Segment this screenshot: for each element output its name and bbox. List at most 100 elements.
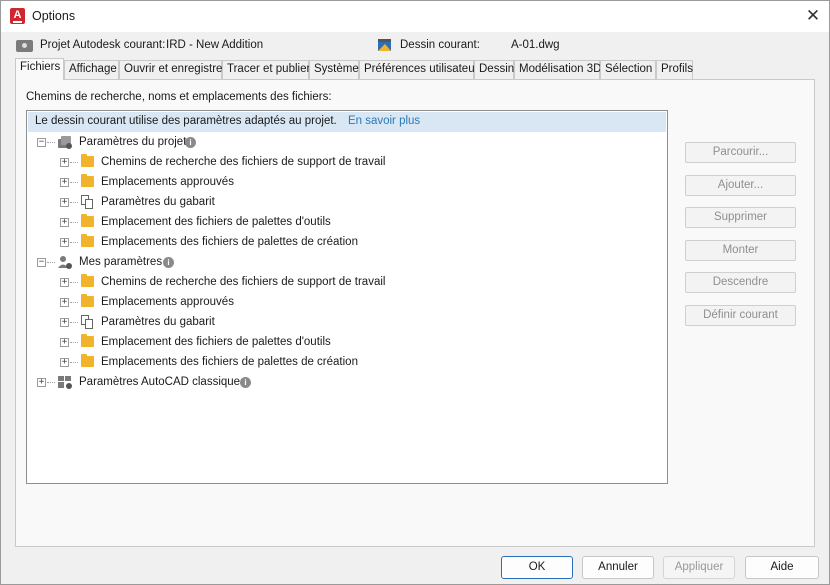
- browse-button[interactable]: Parcourir...: [685, 142, 796, 163]
- project-icon: [16, 40, 33, 52]
- window-title: Options: [32, 9, 76, 23]
- tree-label: Emplacements approuvés: [101, 296, 234, 308]
- files-panel: Chemins de recherche, noms et emplacemen…: [15, 79, 815, 547]
- tree-item[interactable]: + Emplacement des fichiers de palettes d…: [27, 213, 667, 231]
- tab-profils[interactable]: Profils: [656, 60, 693, 79]
- tree-line: [70, 362, 78, 363]
- folder-icon: [81, 274, 94, 287]
- project-settings-icon: [58, 136, 72, 149]
- tree-node-project-settings[interactable]: − Paramètres du projet i: [27, 133, 667, 151]
- tab-selection[interactable]: Sélection: [600, 60, 656, 79]
- set-current-button[interactable]: Définir courant: [685, 305, 796, 326]
- project-settings-banner: Le dessin courant utilise des paramètres…: [28, 112, 666, 132]
- section-label: Chemins de recherche, noms et emplacemen…: [26, 91, 332, 103]
- drawing-label: Dessin courant:: [400, 39, 480, 51]
- folder-icon: [81, 294, 94, 307]
- tree-line: [70, 302, 78, 303]
- tree-label: Paramètres AutoCAD classiques: [79, 376, 246, 388]
- learn-more-link[interactable]: En savoir plus: [348, 115, 420, 127]
- expand-icon[interactable]: +: [60, 298, 69, 307]
- tab-ouvrir-enregistrer[interactable]: Ouvrir et enregistrer: [119, 60, 226, 79]
- ok-button[interactable]: OK: [501, 556, 573, 579]
- tree-line: [70, 282, 78, 283]
- help-button[interactable]: Aide: [745, 556, 819, 579]
- move-down-button[interactable]: Descendre: [685, 272, 796, 293]
- tree-label: Paramètres du gabarit: [101, 316, 215, 328]
- user-settings-icon: [58, 256, 72, 269]
- search-paths-tree[interactable]: Le dessin courant utilise des paramètres…: [26, 110, 668, 484]
- apply-button[interactable]: Appliquer: [663, 556, 735, 579]
- move-up-button[interactable]: Monter: [685, 240, 796, 261]
- tree-label: Chemins de recherche des fichiers de sup…: [101, 276, 386, 288]
- folder-icon: [81, 174, 94, 187]
- add-button[interactable]: Ajouter...: [685, 175, 796, 196]
- expand-icon[interactable]: +: [37, 378, 46, 387]
- tree-line: [47, 142, 55, 143]
- folder-icon: [81, 354, 94, 367]
- tree-label: Emplacements des fichiers de palettes de…: [101, 236, 358, 248]
- tree-label: Paramètres du gabarit: [101, 196, 215, 208]
- tree-item[interactable]: + Chemins de recherche des fichiers de s…: [27, 273, 667, 291]
- cancel-button[interactable]: Annuler: [582, 556, 654, 579]
- tree-item[interactable]: + Paramètres du gabarit: [27, 313, 667, 331]
- tab-dessin[interactable]: Dessin: [474, 60, 514, 79]
- tab-fichiers[interactable]: Fichiers: [15, 58, 64, 80]
- folder-icon: [81, 214, 94, 227]
- tree-node-my-settings[interactable]: − Mes paramètres i: [27, 253, 667, 271]
- tree-item[interactable]: + Emplacements des fichiers de palettes …: [27, 353, 667, 371]
- banner-text: Le dessin courant utilise des paramètres…: [35, 115, 337, 127]
- expand-icon[interactable]: +: [60, 198, 69, 207]
- tree-line: [70, 342, 78, 343]
- tree-label: Emplacement des fichiers de palettes d'o…: [101, 216, 331, 228]
- expand-icon[interactable]: +: [60, 358, 69, 367]
- folder-icon: [81, 334, 94, 347]
- current-profile-row: Projet Autodesk courant: IRD - New Addit…: [1, 37, 829, 55]
- tree-item[interactable]: + Emplacement des fichiers de palettes d…: [27, 333, 667, 351]
- autocad-app-icon: A: [10, 8, 25, 24]
- tab-modelisation-3d[interactable]: Modélisation 3D: [514, 60, 601, 79]
- tab-preferences-utilisateur[interactable]: Préférences utilisateur: [359, 60, 478, 79]
- expand-icon[interactable]: +: [60, 238, 69, 247]
- folder-icon: [81, 234, 94, 247]
- dialog-client: Projet Autodesk courant: IRD - New Addit…: [1, 32, 829, 584]
- expand-icon[interactable]: +: [60, 158, 69, 167]
- tree-item[interactable]: + Emplacements approuvés: [27, 173, 667, 191]
- tree-label: Emplacements approuvés: [101, 176, 234, 188]
- drawing-value: A-01.dwg: [511, 39, 560, 51]
- tree-line: [70, 222, 78, 223]
- project-value: IRD - New Addition: [166, 39, 264, 51]
- tree-line: [70, 202, 78, 203]
- collapse-icon[interactable]: −: [37, 258, 46, 267]
- tree-line: [47, 382, 55, 383]
- tree-label: Emplacement des fichiers de palettes d'o…: [101, 336, 331, 348]
- options-dialog: A Options ✕ Projet Autodesk courant: IRD…: [0, 0, 830, 585]
- expand-icon[interactable]: +: [60, 278, 69, 287]
- tree-item[interactable]: + Emplacements approuvés: [27, 293, 667, 311]
- tree-item[interactable]: + Chemins de recherche des fichiers de s…: [27, 153, 667, 171]
- info-icon[interactable]: i: [185, 137, 196, 148]
- tree-line: [47, 262, 55, 263]
- expand-icon[interactable]: +: [60, 178, 69, 187]
- info-icon[interactable]: i: [163, 257, 174, 268]
- tree-label: Chemins de recherche des fichiers de sup…: [101, 156, 386, 168]
- tree-node-classic-settings[interactable]: + Paramètres AutoCAD classiques i: [27, 373, 667, 391]
- remove-button[interactable]: Supprimer: [685, 207, 796, 228]
- tree-label: Paramètres du projet: [79, 136, 187, 148]
- collapse-icon[interactable]: −: [37, 138, 46, 147]
- expand-icon[interactable]: +: [60, 318, 69, 327]
- tree-item[interactable]: + Paramètres du gabarit: [27, 193, 667, 211]
- close-button[interactable]: ✕: [801, 5, 825, 27]
- tab-systeme[interactable]: Système: [309, 60, 359, 79]
- tree-line: [70, 322, 78, 323]
- expand-icon[interactable]: +: [60, 218, 69, 227]
- tree-label: Mes paramètres: [79, 256, 163, 268]
- folder-icon: [81, 154, 94, 167]
- tree-line: [70, 162, 78, 163]
- info-icon[interactable]: i: [240, 377, 251, 388]
- tree-item[interactable]: + Emplacements des fichiers de palettes …: [27, 233, 667, 251]
- tab-affichage[interactable]: Affichage: [64, 60, 119, 79]
- expand-icon[interactable]: +: [60, 338, 69, 347]
- template-icon: [81, 195, 94, 209]
- tab-tracer-publier[interactable]: Tracer et publier: [222, 60, 310, 79]
- template-icon: [81, 315, 94, 329]
